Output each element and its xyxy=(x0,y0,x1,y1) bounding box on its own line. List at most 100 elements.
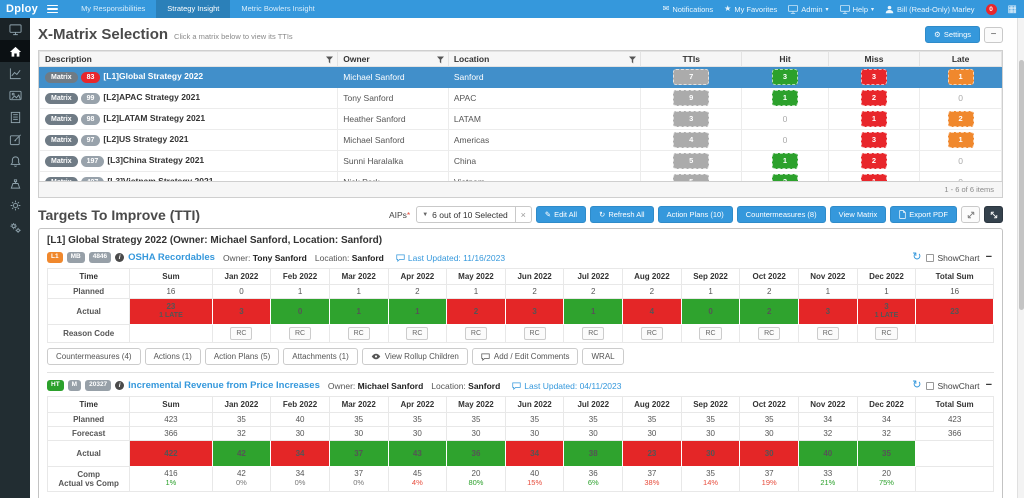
data-cell: 3514% xyxy=(681,467,740,492)
sidebar-item-home[interactable] xyxy=(0,40,30,62)
info-icon[interactable]: i xyxy=(115,381,124,390)
reason-code-cell: RC xyxy=(681,325,740,343)
add-edit-comments-button[interactable]: Add / Edit Comments xyxy=(472,348,579,365)
column-header-miss[interactable]: Miss xyxy=(828,52,919,67)
view-matrix-button[interactable]: View Matrix xyxy=(830,206,887,223)
tab-strategy-insight[interactable]: Strategy Insight xyxy=(156,0,230,18)
tti-name-link[interactable]: Incremental Revenue from Price Increases xyxy=(128,380,320,391)
expand-all-button[interactable] xyxy=(961,206,980,223)
attachments-button[interactable]: Attachments (1) xyxy=(283,348,357,365)
refresh-all-button[interactable]: ↻Refresh All xyxy=(590,206,654,223)
tab-my-responsibilities[interactable]: My Responsibilities xyxy=(70,0,156,18)
collapse-bowler-button[interactable]: − xyxy=(986,252,992,263)
filter-funnel-icon[interactable] xyxy=(326,56,333,66)
xmatrix-row[interactable]: Matrix99[L2]APAC Strategy 2021Tony Sanfo… xyxy=(40,88,1002,109)
sidebar-item-admin-tools[interactable] xyxy=(0,216,30,238)
column-header-description[interactable]: Description xyxy=(40,52,338,67)
sidebar-item-edit[interactable] xyxy=(0,128,30,150)
column-header-location[interactable]: Location xyxy=(448,52,640,67)
bowler-row-actual: Actual422423437433634382330304035 xyxy=(48,441,994,467)
refresh-icon[interactable]: ↻ xyxy=(912,380,921,391)
reason-code-button[interactable]: RC xyxy=(641,327,663,340)
data-cell: 2 xyxy=(740,299,799,325)
data-cell: 40 xyxy=(799,441,858,467)
column-header-late[interactable]: Late xyxy=(920,52,1002,67)
matrix-description-cell: Matrix497[L3]Vietnam Strategy 2021 xyxy=(40,172,338,182)
data-cell: 231 LATE xyxy=(130,299,212,325)
reason-code-button[interactable]: RC xyxy=(230,327,252,340)
filter-funnel-icon[interactable] xyxy=(437,56,444,66)
edit-all-button[interactable]: ✎Edit All xyxy=(536,206,586,223)
reason-code-cell xyxy=(130,325,212,343)
data-cell: 35 xyxy=(623,413,682,427)
data-cell: 30 xyxy=(505,427,564,441)
collapse-all-button[interactable] xyxy=(984,206,1003,223)
collapse-bowler-button[interactable]: − xyxy=(986,380,992,391)
bowler-column-header: Jan 2022 xyxy=(212,269,271,285)
reason-code-button[interactable]: RC xyxy=(699,327,721,340)
reason-code-button[interactable]: RC xyxy=(465,327,487,340)
sidebar-item-presentation[interactable] xyxy=(0,172,30,194)
reason-code-button[interactable]: RC xyxy=(406,327,428,340)
column-header-hit[interactable]: Hit xyxy=(742,52,829,67)
tti-name-link[interactable]: OSHA Recordables xyxy=(128,252,215,263)
sidebar-item-reports[interactable] xyxy=(0,106,30,128)
showchart-checkbox[interactable] xyxy=(926,382,934,390)
collapse-xmatrix-button[interactable]: − xyxy=(984,27,1003,43)
apps-grid-icon[interactable]: ▦ xyxy=(1008,4,1017,15)
notifications-link[interactable]: ✉Notifications xyxy=(663,5,714,14)
info-icon[interactable]: i xyxy=(115,253,124,262)
refresh-icon[interactable]: ↻ xyxy=(912,252,921,263)
action-plans-button[interactable]: Action Plans (10) xyxy=(658,206,733,223)
actions-button[interactable]: Actions (1) xyxy=(145,348,201,365)
bowler-column-header: Feb 2022 xyxy=(271,397,330,413)
wral-button[interactable]: WRAL xyxy=(582,348,623,365)
alert-count-badge[interactable]: 0 xyxy=(986,4,997,15)
xmatrix-row[interactable]: Matrix497[L3]Vietnam Strategy 2021Nick P… xyxy=(40,172,1002,182)
settings-button[interactable]: ⚙Settings xyxy=(925,26,980,43)
showchart-checkbox[interactable] xyxy=(926,254,934,262)
reason-code-button[interactable]: RC xyxy=(289,327,311,340)
filter-funnel-icon[interactable] xyxy=(629,56,636,66)
aips-clear-button[interactable]: × xyxy=(516,206,532,223)
data-cell: 35 xyxy=(857,441,916,467)
reason-code-button[interactable]: RC xyxy=(817,327,839,340)
reason-code-button[interactable]: RC xyxy=(582,327,604,340)
action-plans-button[interactable]: Action Plans (5) xyxy=(205,348,279,365)
scrollbar-thumb[interactable] xyxy=(1019,60,1024,310)
xmatrix-row[interactable]: Matrix197[L3]China Strategy 2021Sunni Ha… xyxy=(40,151,1002,172)
xmatrix-row[interactable]: Matrix98[L2]LATAM Strategy 2021Heather S… xyxy=(40,109,1002,130)
ttis-count-badge: 3 xyxy=(673,111,709,127)
favorites-link[interactable]: ★My Favorites xyxy=(724,5,777,14)
user-menu[interactable]: Bill (Read-Only) Marley xyxy=(885,5,975,14)
menu-hamburger-icon[interactable] xyxy=(47,5,58,14)
admin-menu[interactable]: Admin▾ xyxy=(788,5,828,14)
reason-code-button[interactable]: RC xyxy=(758,327,780,340)
sidebar-item-line-chart[interactable] xyxy=(0,62,30,84)
last-updated-link[interactable]: Last Updated: 11/16/2023 xyxy=(396,253,505,263)
xmatrix-row[interactable]: Matrix83[L1]Global Strategy 2022Michael … xyxy=(40,67,1002,88)
reason-code-cell: RC xyxy=(564,325,623,343)
reason-code-button[interactable]: RC xyxy=(348,327,370,340)
xmatrix-row[interactable]: Matrix97[L2]US Strategy 2021Michael Sanf… xyxy=(40,130,1002,151)
sidebar-item-image-chart[interactable] xyxy=(0,84,30,106)
view-rollup-children-button[interactable]: View Rollup Children xyxy=(362,348,468,365)
countermeasures-button[interactable]: Countermeasures (8) xyxy=(737,206,826,223)
countermeasures-button[interactable]: Countermeasures (4) xyxy=(47,348,141,365)
column-header-ttis[interactable]: TTIs xyxy=(641,52,742,67)
sidebar-item-alerts[interactable] xyxy=(0,150,30,172)
matrix-id-badge: 83 xyxy=(81,72,101,83)
last-updated-link[interactable]: Last Updated: 04/11/2023 xyxy=(512,381,621,391)
reason-code-button[interactable]: RC xyxy=(875,327,897,340)
reason-code-button[interactable]: RC xyxy=(524,327,546,340)
app-logo[interactable]: Dploy xyxy=(0,3,47,15)
bowler-column-header: Mar 2022 xyxy=(329,397,388,413)
aips-dropdown[interactable]: ▼6 out of 10 Selected xyxy=(416,206,516,223)
column-header-owner[interactable]: Owner xyxy=(338,52,449,67)
export-pdf-button[interactable]: Export PDF xyxy=(890,206,957,223)
main-content: X-Matrix Selection Click a matrix below … xyxy=(30,18,1017,498)
sidebar-item-boards[interactable] xyxy=(0,18,30,40)
tab-metric-bowlers-insight[interactable]: Metric Bowlers Insight xyxy=(230,0,325,18)
sidebar-item-settings[interactable] xyxy=(0,194,30,216)
help-menu[interactable]: Help▾ xyxy=(840,5,874,14)
